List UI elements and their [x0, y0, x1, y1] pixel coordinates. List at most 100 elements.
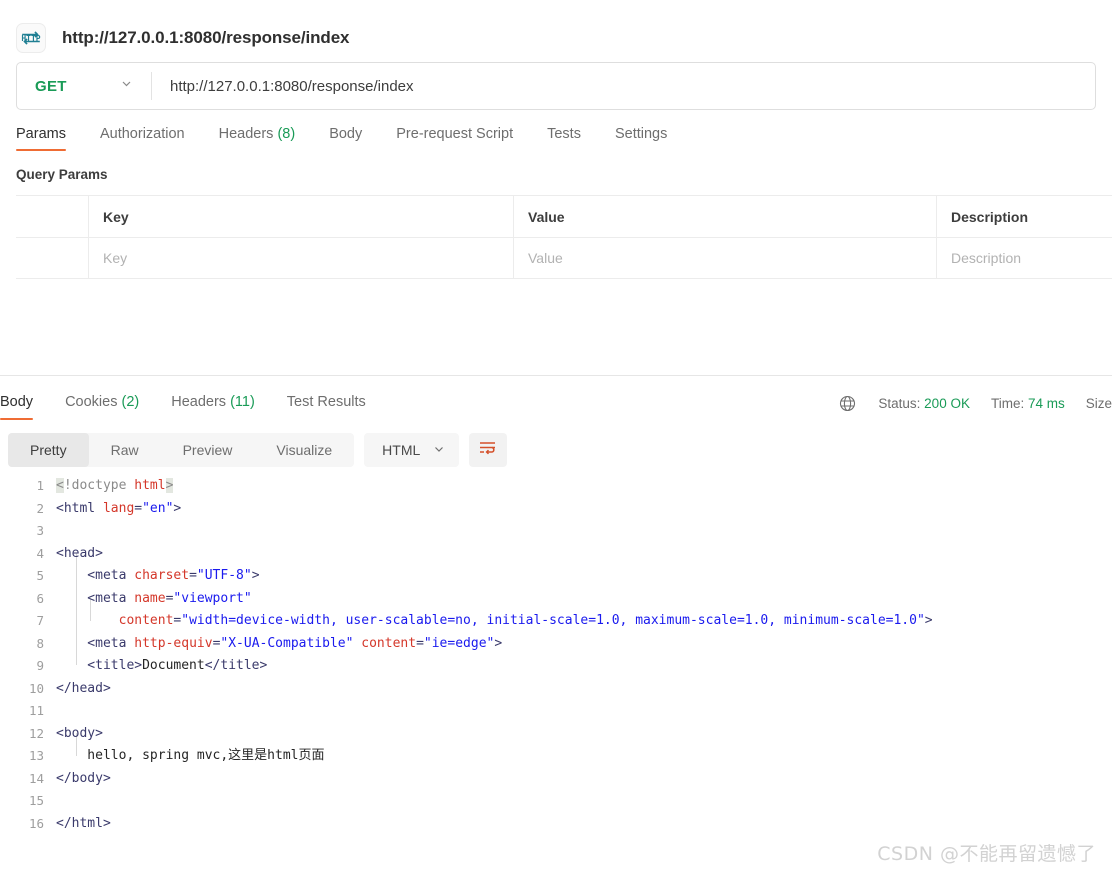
query-params-table-container: Key Value Description Key Value Descript…	[16, 195, 1112, 279]
code-line: 4 <head>	[0, 543, 1112, 566]
url-bar-container: GET	[0, 62, 1112, 110]
word-wrap-icon	[478, 439, 498, 462]
line-content: content="width=device-width, user-scalab…	[118, 613, 933, 628]
code-line: 13 hello, spring mvc,这里是html页面	[0, 745, 1112, 768]
line-number: 9	[36, 658, 44, 673]
time-badge[interactable]: Time: 74 ms	[991, 396, 1065, 411]
request-title-bar: HTTP http://127.0.0.1:8080/response/inde…	[0, 0, 1112, 62]
view-mode-pretty[interactable]: Pretty	[8, 433, 89, 467]
globe-icon[interactable]	[839, 395, 856, 412]
param-key-input[interactable]: Key	[89, 238, 514, 278]
line-content: </html>	[56, 815, 111, 831]
http-method-label: GET	[35, 77, 67, 95]
column-header-description: Description	[951, 208, 1029, 225]
param-value-input[interactable]: Value	[514, 238, 937, 278]
line-number: 4	[36, 545, 44, 561]
url-bar: GET	[16, 62, 1096, 110]
tab-headers-count: (8)	[277, 126, 296, 142]
status-badge[interactable]: Status: 200 OK	[878, 396, 970, 411]
tab-authorization[interactable]: Authorization	[83, 126, 202, 151]
code-line: 16 </html>	[0, 813, 1112, 836]
status-value: 200 OK	[924, 395, 970, 411]
query-params-table: Key Value Description Key Value Descript…	[16, 195, 1112, 279]
chevron-down-icon	[120, 77, 133, 95]
line-content: <meta http-equiv="X-UA-Compatible" conte…	[56, 635, 503, 651]
tab-pre-request-script[interactable]: Pre-request Script	[379, 126, 530, 151]
line-content: <head>	[56, 545, 103, 561]
size-badge[interactable]: Size	[1086, 396, 1112, 411]
line-number: 7	[36, 613, 44, 628]
line-content: <meta charset="UTF-8">	[56, 568, 260, 583]
response-status-bar: Status: 200 OK Time: 74 ms Size	[839, 395, 1112, 420]
view-mode-preview[interactable]: Preview	[161, 433, 255, 467]
tab-tests[interactable]: Tests	[530, 126, 598, 151]
response-tab-headers-count: (11)	[230, 394, 255, 410]
status-label: Status:	[878, 395, 921, 411]
line-content: hello, spring mvc,这里是html页面	[56, 748, 325, 763]
line-number: 5	[36, 568, 44, 583]
response-body-code-viewer[interactable]: 1 <!doctype html> 2 <html lang="en"> 3 4…	[0, 475, 1112, 835]
code-line: 7 content="width=device-width, user-scal…	[0, 610, 1112, 633]
time-value: 74 ms	[1027, 395, 1065, 411]
tab-headers[interactable]: Headers (8)	[202, 126, 313, 151]
tab-authorization-label: Authorization	[99, 126, 185, 142]
word-wrap-button[interactable]	[469, 433, 508, 467]
response-tab-test-results-label: Test Results	[286, 394, 366, 410]
tab-body-label: Body	[329, 126, 363, 142]
row-checkbox-cell[interactable]	[16, 238, 89, 278]
svg-text:HTTP: HTTP	[21, 34, 40, 43]
line-content: </body>	[56, 770, 111, 786]
column-header-key: Key	[89, 196, 514, 237]
response-tab-headers[interactable]: Headers (11)	[155, 394, 271, 420]
param-description-input[interactable]: Description	[937, 238, 1112, 278]
response-tab-headers-label: Headers	[171, 394, 227, 410]
line-number: 8	[36, 635, 44, 651]
code-line: 2 <html lang="en">	[0, 498, 1112, 521]
line-content: <body>	[56, 725, 103, 741]
code-line: 12 <body>	[0, 723, 1112, 746]
response-tab-body-label: Body	[0, 394, 34, 410]
response-tab-test-results[interactable]: Test Results	[271, 394, 382, 420]
tab-body[interactable]: Body	[312, 126, 379, 151]
tab-pre-request-script-label: Pre-request Script	[396, 126, 514, 142]
code-line: 5 <meta charset="UTF-8">	[0, 565, 1112, 588]
response-tab-cookies[interactable]: Cookies (2)	[49, 394, 155, 420]
tab-params[interactable]: Params	[16, 126, 83, 151]
line-number: 13	[28, 748, 44, 763]
column-header-value: Value	[514, 196, 937, 237]
response-tab-cookies-count: (2)	[121, 394, 140, 410]
language-selector[interactable]: HTML	[364, 433, 460, 467]
view-mode-visualize[interactable]: Visualize	[254, 433, 354, 467]
http-method-selector[interactable]: GET	[17, 63, 151, 109]
response-body-toolbar: Pretty Raw Preview Visualize HTML	[0, 424, 1112, 467]
url-input[interactable]	[152, 63, 1095, 109]
code-line: 1 <!doctype html>	[0, 475, 1112, 498]
line-number: 2	[36, 500, 44, 516]
request-tabs: Params Authorization Headers (8) Body Pr…	[0, 110, 1112, 151]
line-number: 15	[28, 793, 44, 808]
code-line: 11	[0, 700, 1112, 723]
code-line: 9 <title>Document</title>	[0, 655, 1112, 678]
query-params-heading: Query Params	[16, 167, 108, 182]
line-number: 16	[28, 815, 44, 831]
tab-settings[interactable]: Settings	[598, 126, 684, 151]
line-content: <!doctype html>	[56, 478, 174, 493]
tab-headers-label: Headers	[218, 126, 274, 142]
size-label: Size	[1085, 395, 1112, 411]
language-selector-label: HTML	[382, 442, 421, 458]
line-number: 3	[36, 523, 44, 538]
code-line: 15	[0, 790, 1112, 813]
line-number: 6	[36, 590, 44, 606]
table-row: Key Value Description	[16, 237, 1112, 278]
line-number: 10	[28, 680, 44, 696]
tab-tests-label: Tests	[547, 126, 581, 142]
line-content: <html lang="en">	[56, 500, 182, 516]
code-line: 6 <meta name="viewport"	[0, 588, 1112, 611]
tab-settings-label: Settings	[614, 126, 668, 142]
select-all-cell[interactable]	[16, 196, 89, 237]
response-tab-body[interactable]: Body	[0, 394, 49, 420]
code-line: 10 </head>	[0, 678, 1112, 701]
view-mode-raw[interactable]: Raw	[89, 433, 161, 467]
line-content: <title>Document</title>	[56, 658, 268, 673]
line-number: 14	[28, 770, 44, 786]
